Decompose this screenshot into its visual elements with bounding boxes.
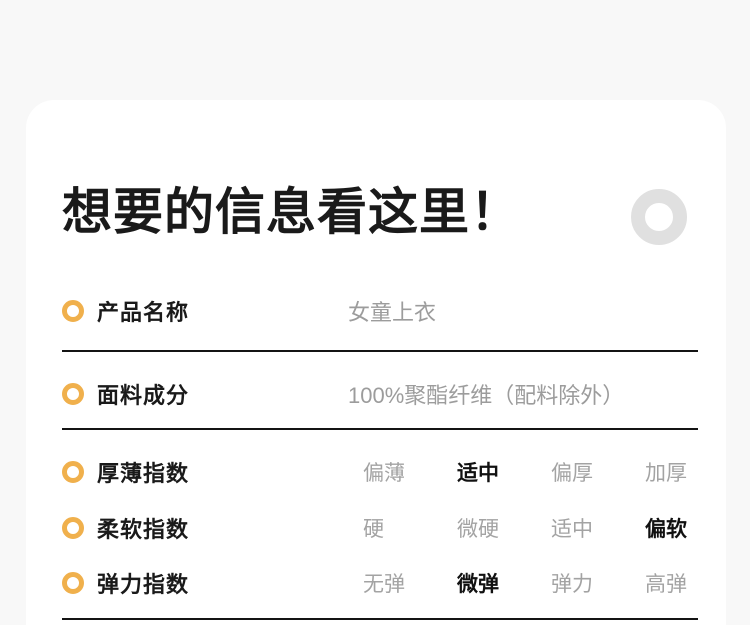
option-item: 无弹 [363,568,457,598]
elasticity-index-row: 弹力指数 无弹 微弹 弹力 高弹 [62,569,698,597]
option-item: 偏厚 [551,457,645,487]
row-label: 面料成分 [97,378,189,410]
product-info-card: 想要的信息看这里！ 产品名称 女童上衣 面料成分 100%聚酯纤维（配料除外） … [26,100,726,625]
orange-ring-icon [62,517,84,539]
option-item: 偏软 [645,513,739,543]
product-name-row: 产品名称 女童上衣 [62,297,698,325]
softness-options: 硬 微硬 适中 偏软 [363,513,739,543]
gray-ring-icon [631,189,687,245]
row-value: 100%聚酯纤维（配料除外） [348,378,624,410]
thickness-index-row: 厚薄指数 偏薄 适中 偏厚 加厚 [62,458,698,486]
divider [62,350,698,352]
option-item: 适中 [457,457,551,487]
option-item: 高弹 [645,568,739,598]
page-background: 想要的信息看这里！ 产品名称 女童上衣 面料成分 100%聚酯纤维（配料除外） … [0,0,750,625]
option-item: 加厚 [645,457,739,487]
elasticity-options: 无弹 微弹 弹力 高弹 [363,568,739,598]
orange-ring-icon [62,300,84,322]
option-item: 弹力 [551,568,645,598]
divider [62,428,698,430]
divider [62,618,698,620]
softness-index-row: 柔软指数 硬 微硬 适中 偏软 [62,514,698,542]
fabric-composition-row: 面料成分 100%聚酯纤维（配料除外） [62,380,698,408]
row-label: 产品名称 [97,295,189,327]
row-value: 女童上衣 [348,295,436,327]
row-label: 柔软指数 [97,512,189,544]
page-title: 想要的信息看这里！ [62,182,521,242]
option-item: 微弹 [457,568,551,598]
thickness-options: 偏薄 适中 偏厚 加厚 [363,457,739,487]
option-item: 硬 [363,513,457,543]
option-item: 微硬 [457,513,551,543]
orange-ring-icon [62,461,84,483]
row-label: 弹力指数 [97,567,189,599]
orange-ring-icon [62,572,84,594]
row-label: 厚薄指数 [97,456,189,488]
option-item: 偏薄 [363,457,457,487]
option-item: 适中 [551,513,645,543]
orange-ring-icon [62,383,84,405]
